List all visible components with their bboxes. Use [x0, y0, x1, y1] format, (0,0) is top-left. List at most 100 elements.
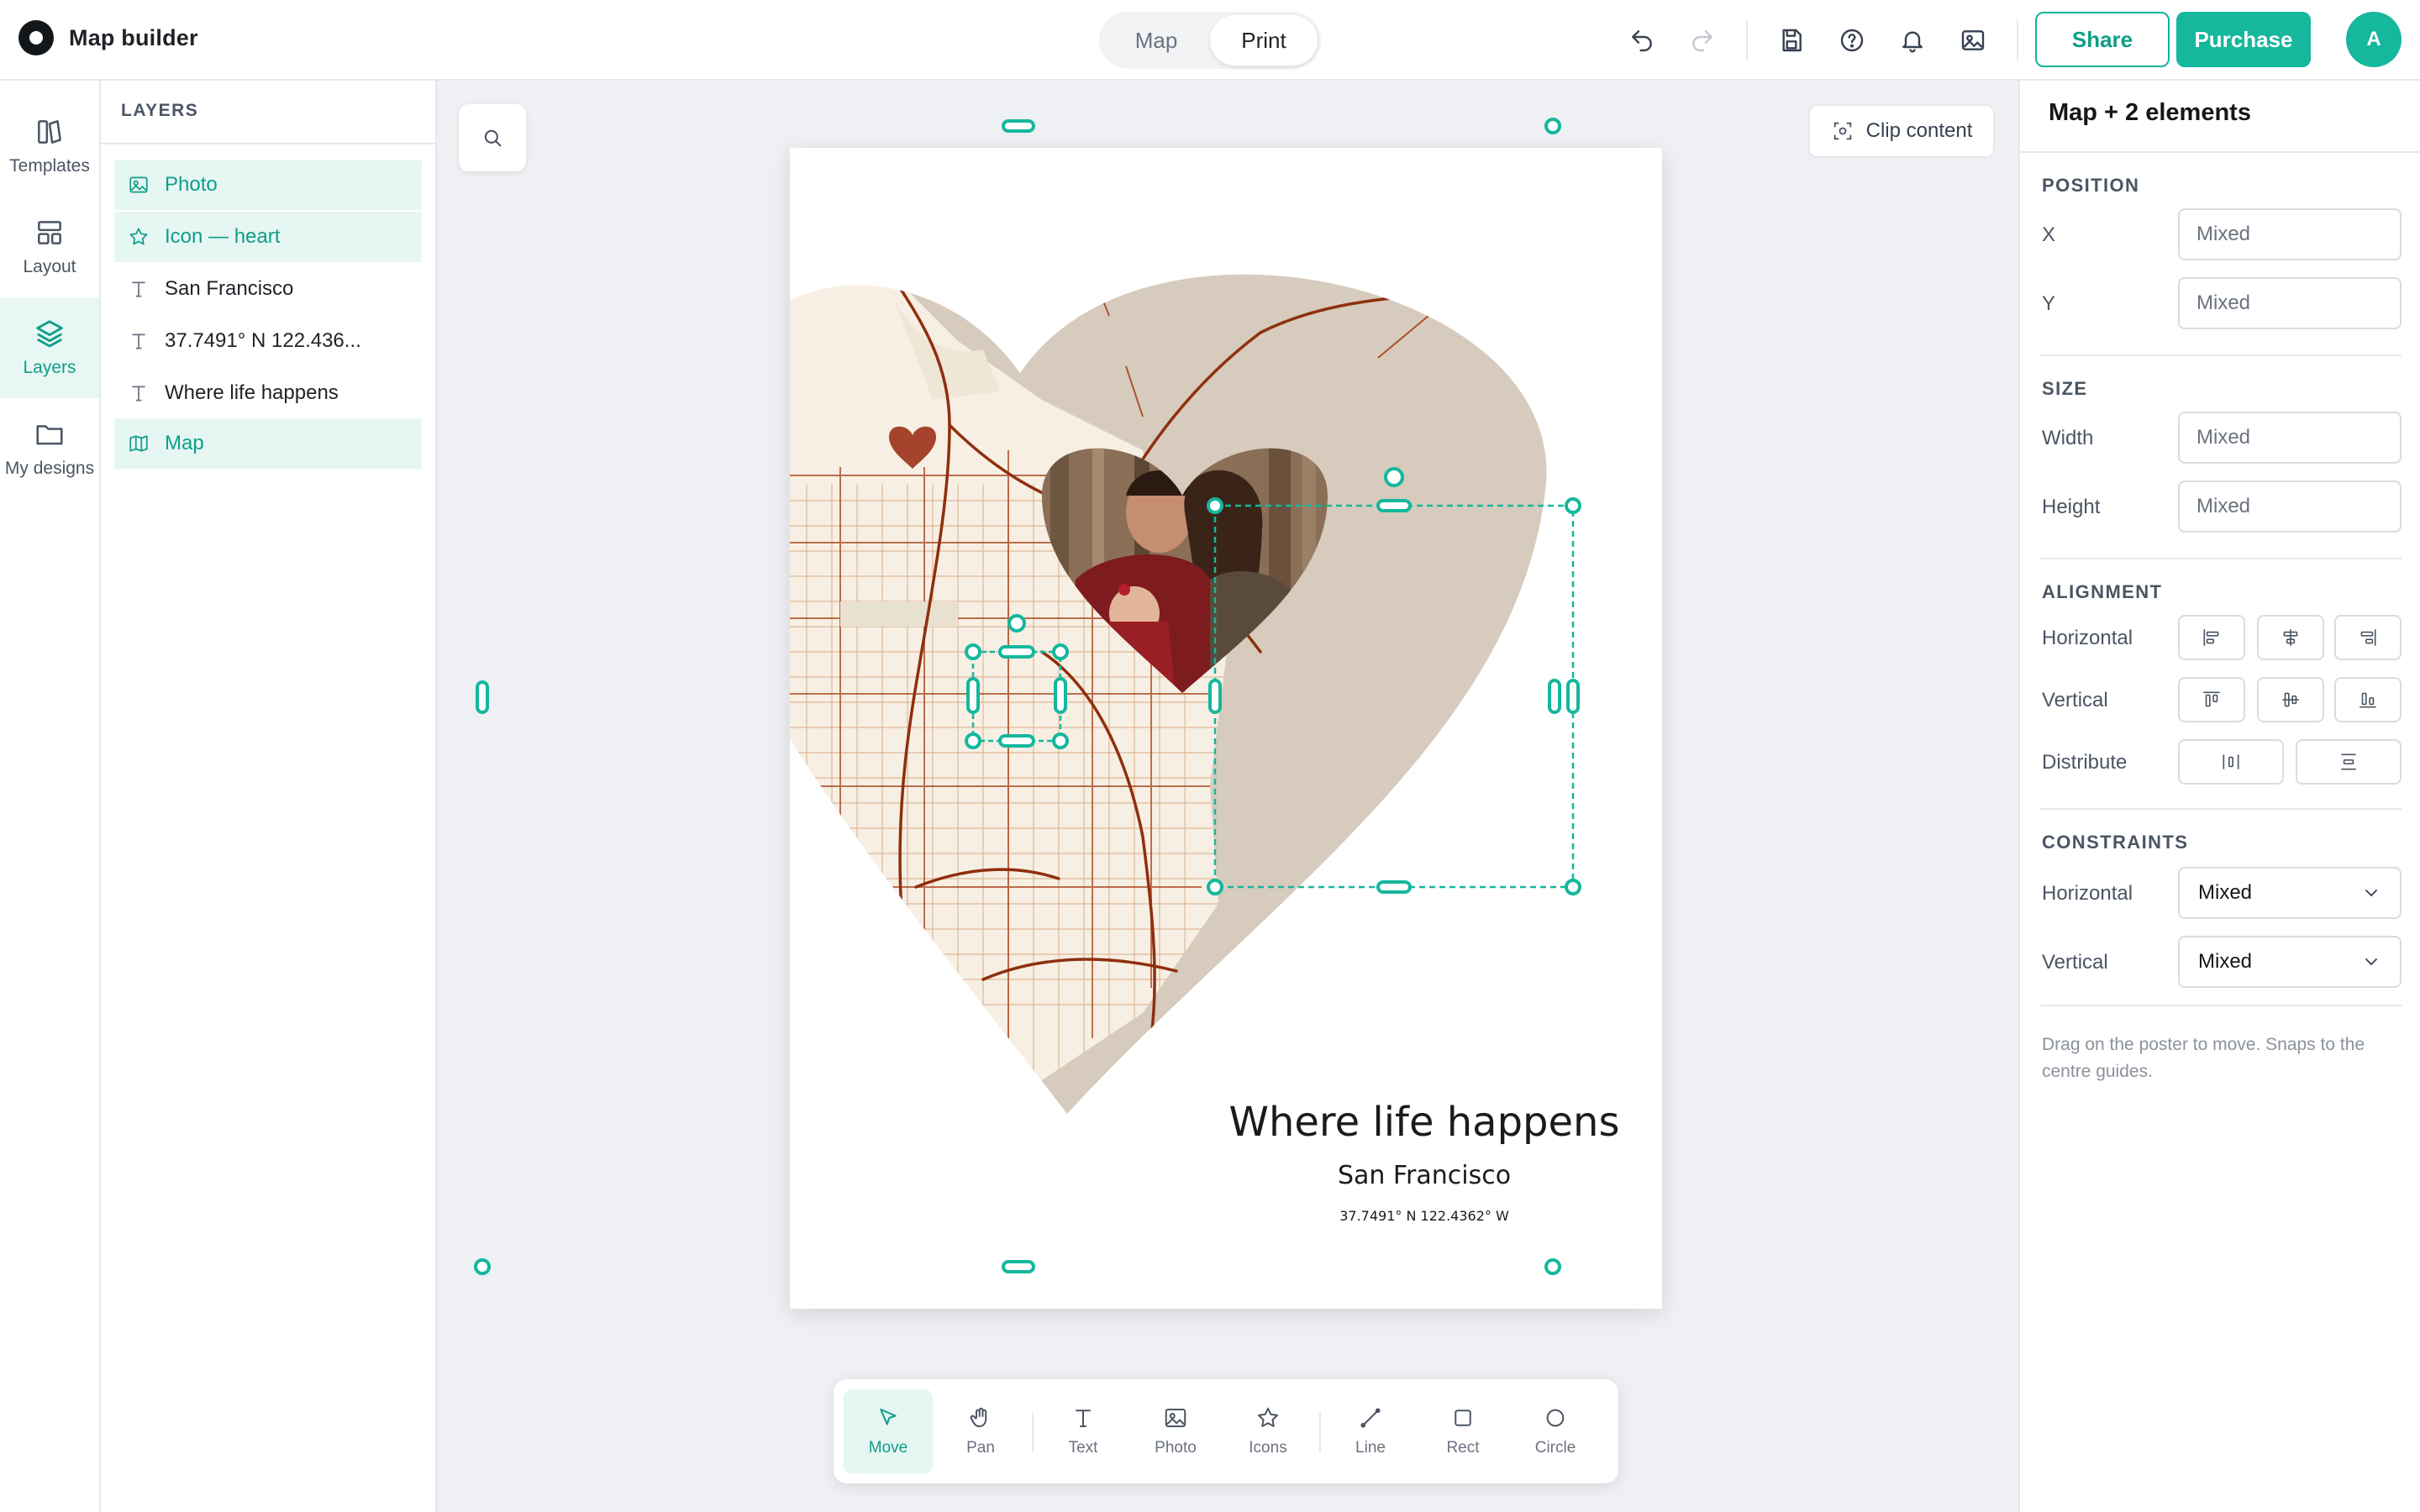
distribute-label: Distribute — [2042, 751, 2128, 774]
rail-label: My designs — [4, 459, 95, 478]
square-icon — [1455, 1410, 1471, 1426]
mode-map[interactable]: Map — [1102, 15, 1210, 66]
rail-item-my-designs[interactable]: My designs — [0, 402, 99, 496]
height-field[interactable]: Mixed — [2178, 480, 2402, 533]
text-icon — [132, 333, 145, 349]
tool-icons[interactable]: Icons — [1223, 1389, 1313, 1473]
align-left-button[interactable] — [2178, 615, 2245, 660]
align-bottom-button[interactable] — [2334, 677, 2402, 722]
layers-panel: LAYERS Photo Icon — heart San Francisco … — [101, 81, 437, 1512]
canvas-search-button[interactable] — [459, 104, 526, 171]
layer-item-coordinates[interactable]: 37.7491° N 122.436... — [114, 316, 422, 366]
layer-item-where-life-happens[interactable]: Where life happens — [114, 368, 422, 418]
templates-icon — [38, 120, 61, 144]
share-button[interactable]: Share — [2035, 12, 2170, 67]
tool-photo[interactable]: Photo — [1131, 1389, 1220, 1473]
avatar[interactable]: A — [2346, 12, 2402, 67]
clip-content-button[interactable]: Clip content — [1808, 104, 1995, 158]
distribute-horizontal-icon — [2223, 754, 2239, 769]
section-alignment: ALIGNMENT — [2042, 581, 2163, 602]
rail-label: Templates — [9, 156, 90, 176]
rail-item-layout[interactable]: Layout — [0, 200, 99, 294]
tool-line[interactable]: Line — [1326, 1389, 1415, 1473]
align-center-h-button[interactable] — [2257, 615, 2324, 660]
toolbar-divider — [1746, 20, 1748, 60]
layers-header: LAYERS — [121, 101, 199, 120]
text-icon — [1076, 1410, 1091, 1427]
divider — [2040, 1005, 2402, 1006]
poster-subtitle[interactable]: San Francisco — [1202, 1161, 1647, 1190]
tool-label: Text — [1068, 1439, 1098, 1457]
image-icon — [1165, 1409, 1186, 1427]
left-rail: Templates Layout Layers My designs — [0, 81, 101, 1512]
tool-label: Circle — [1534, 1439, 1576, 1457]
divider — [2040, 808, 2402, 810]
dock-divider — [1319, 1413, 1321, 1452]
distribute-horizontal-button[interactable] — [2178, 739, 2284, 785]
map-icon — [129, 435, 148, 452]
tool-label: Pan — [966, 1439, 995, 1457]
star-icon — [1258, 1407, 1278, 1427]
poster-coordinates[interactable]: 37.7491° N 122.4362° W — [1202, 1208, 1647, 1224]
rail-item-templates[interactable]: Templates — [0, 99, 99, 193]
layer-item-san-francisco[interactable]: San Francisco — [114, 264, 422, 314]
divider — [2040, 558, 2402, 559]
toolbar-divider — [2017, 20, 2018, 60]
layer-label: San Francisco — [165, 277, 294, 300]
hand-icon — [970, 1407, 987, 1427]
redo-icon[interactable] — [1686, 24, 1719, 57]
layer-item-photo[interactable]: Photo — [114, 160, 422, 210]
resize-handle-top — [1002, 119, 1035, 133]
rail-label: Layers — [23, 358, 76, 377]
align-top-button[interactable] — [2178, 677, 2245, 722]
mode-print[interactable]: Print — [1210, 15, 1318, 66]
layers-icon — [36, 320, 63, 348]
select-value: Mixed — [2198, 950, 2253, 973]
brand[interactable]: Map builder — [18, 20, 198, 55]
align-bottom-icon — [2360, 692, 2376, 708]
layer-item-icon-heart[interactable]: Icon — heart — [114, 212, 422, 262]
undo-icon[interactable] — [1625, 24, 1659, 57]
rail-item-layers[interactable]: Layers — [0, 297, 99, 398]
layer-item-map[interactable]: Map — [114, 418, 422, 469]
width-label: Width — [2042, 427, 2094, 449]
poster-title[interactable]: Where life happens — [1202, 1099, 1647, 1146]
width-field[interactable]: Mixed — [2178, 412, 2402, 464]
mode-toggle: Map Print — [1099, 12, 1321, 69]
help-icon[interactable] — [1835, 24, 1869, 57]
layer-label: 37.7491° N 122.436... — [165, 329, 361, 352]
constraint-vertical-label: Vertical — [2042, 951, 2108, 974]
y-field[interactable]: Mixed — [2178, 277, 2402, 329]
poster[interactable]: Where life happens San Francisco 37.7491… — [790, 148, 1662, 1309]
tool-pan[interactable]: Pan — [936, 1389, 1025, 1473]
purchase-button[interactable]: Purchase — [2176, 12, 2311, 67]
align-left-icon — [2203, 629, 2219, 646]
tool-move[interactable]: Move — [844, 1389, 933, 1473]
tool-circle[interactable]: Circle — [1511, 1389, 1600, 1473]
divider — [2040, 354, 2402, 356]
section-position: POSITION — [2042, 175, 2140, 196]
star-icon — [129, 228, 148, 245]
distribute-vertical-button[interactable] — [2296, 739, 2402, 785]
inspector-title: Map + 2 elements — [2049, 99, 2251, 126]
save-icon[interactable] — [1775, 24, 1808, 57]
bell-icon[interactable] — [1896, 24, 1929, 57]
constraint-horizontal-label: Horizontal — [2042, 882, 2133, 905]
layout-icon — [38, 221, 61, 244]
chevron-down-icon — [2365, 958, 2377, 966]
y-label: Y — [2042, 292, 2056, 315]
tool-text[interactable]: Text — [1039, 1389, 1128, 1473]
align-middle-button[interactable] — [2257, 677, 2324, 722]
constraint-horizontal-select[interactable]: Mixed — [2178, 867, 2402, 919]
tool-label: Line — [1355, 1439, 1386, 1457]
align-right-button[interactable] — [2334, 615, 2402, 660]
divider — [101, 143, 435, 144]
x-field[interactable]: Mixed — [2178, 208, 2402, 260]
map-pin-logo-icon — [18, 20, 54, 55]
image-icon[interactable] — [1956, 24, 1990, 57]
search-icon — [484, 129, 502, 147]
canvas[interactable]: Clip content Where life happens San Fran… — [437, 81, 2018, 1512]
tool-rect[interactable]: Rect — [1418, 1389, 1507, 1473]
constraint-vertical-select[interactable]: Mixed — [2178, 936, 2402, 988]
clip-label: Clip content — [1865, 119, 1973, 142]
